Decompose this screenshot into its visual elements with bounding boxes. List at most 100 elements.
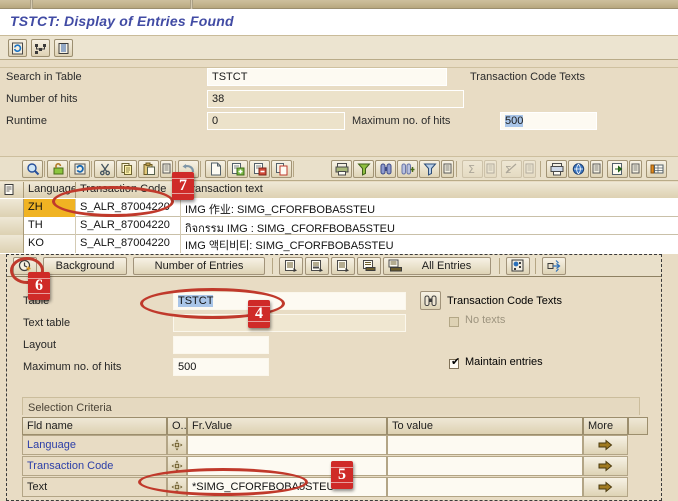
- cut-icon[interactable]: [94, 160, 115, 178]
- grid-icon[interactable]: [646, 160, 667, 178]
- row-selector[interactable]: [0, 235, 24, 253]
- maintain-entries-checkbox[interactable]: ✔: [449, 357, 460, 369]
- refresh-icon[interactable]: [8, 39, 27, 57]
- last-entry-icon[interactable]: [357, 257, 381, 275]
- sc-col-extra[interactable]: [628, 417, 648, 435]
- table-field[interactable]: TSTCT: [173, 292, 406, 310]
- subtotal-icon[interactable]: Σ: [501, 160, 522, 178]
- window-top-strip: [0, 0, 678, 9]
- multiple-selection-icon[interactable]: [167, 456, 187, 476]
- maximum-no-of-hits-field[interactable]: 500: [173, 358, 269, 376]
- cell-language[interactable]: KO: [24, 235, 76, 253]
- grid-select-all-icon[interactable]: [0, 182, 24, 198]
- sc-row-to-language[interactable]: [387, 435, 583, 455]
- refresh-icon[interactable]: [69, 160, 90, 178]
- sc-row-to-transaction-code[interactable]: [387, 456, 583, 476]
- background-button[interactable]: Background: [43, 257, 127, 275]
- export-icon[interactable]: [607, 160, 628, 178]
- table-row[interactable]: ZH S_ALR_87004220 IMG 作业: SIMG_CFORFBOBA…: [0, 199, 678, 217]
- cell-language[interactable]: ZH: [24, 199, 76, 217]
- paste-icon[interactable]: [138, 160, 159, 178]
- number-of-hits-field: 38: [207, 90, 464, 108]
- maximum-no-of-hits-label: Maximum no. of hits: [352, 115, 451, 127]
- first-entry-icon[interactable]: [279, 257, 303, 275]
- multiple-selection-icon[interactable]: [167, 477, 187, 497]
- grid-col-language[interactable]: Language: [24, 182, 76, 198]
- row-selector[interactable]: [0, 217, 24, 235]
- find-icon[interactable]: [375, 160, 396, 178]
- view-menu-icon[interactable]: [590, 160, 603, 178]
- sc-col-fld-name[interactable]: Fld name: [22, 417, 167, 435]
- copy-icon[interactable]: [116, 160, 137, 178]
- find-next-icon[interactable]: [397, 160, 418, 178]
- cell-transaction-code[interactable]: S_ALR_87004220: [76, 199, 181, 217]
- toolbar-spacer: [0, 60, 678, 68]
- grid-col-transaction-code[interactable]: Transaction Code: [76, 182, 181, 198]
- table-settings-icon[interactable]: [506, 257, 530, 275]
- row-selector[interactable]: [0, 199, 24, 217]
- cell-language[interactable]: TH: [24, 217, 76, 235]
- sc-col-more[interactable]: More: [583, 417, 628, 435]
- filter-menu-icon[interactable]: [441, 160, 454, 178]
- table-description-text: Transaction Code Texts: [470, 71, 585, 83]
- insert-row-icon[interactable]: [227, 160, 248, 178]
- all-entries-button[interactable]: All Entries: [383, 257, 491, 275]
- set-filter-icon[interactable]: [419, 160, 440, 178]
- settings-icon[interactable]: [31, 39, 50, 57]
- previous-entry-icon[interactable]: [305, 257, 329, 275]
- new-entry-icon[interactable]: [205, 160, 226, 178]
- duplicate-icon[interactable]: [271, 160, 292, 178]
- maximum-no-of-hits-field[interactable]: 500: [500, 112, 597, 130]
- display-change-icon[interactable]: [47, 160, 68, 178]
- cell-transaction-code[interactable]: S_ALR_87004220: [76, 235, 181, 253]
- expand-arrows-icon[interactable]: [542, 257, 566, 275]
- dialog-toolbar: Background Number of Entries All Entries: [7, 255, 661, 277]
- subtotal-menu-icon[interactable]: [523, 160, 536, 178]
- total-icon[interactable]: Σ: [462, 160, 483, 178]
- svg-text:Σ: Σ: [468, 163, 475, 176]
- delete-row-icon[interactable]: [249, 160, 270, 178]
- multiple-selection-icon[interactable]: [167, 435, 187, 455]
- sc-col-to-value[interactable]: To value: [387, 417, 583, 435]
- sc-col-option[interactable]: O...: [167, 417, 187, 435]
- sc-row-more-language[interactable]: [583, 435, 628, 455]
- cell-transaction-text[interactable]: IMG 作业: SIMG_CFORFBOBA5STEU: [181, 199, 678, 217]
- layout-icon[interactable]: [54, 39, 73, 57]
- annotation-badge-5: 5: [331, 461, 353, 489]
- number-of-entries-button[interactable]: Number of Entries: [133, 257, 265, 275]
- table-row[interactable]: KO S_ALR_87004220 IMG 액티비티: SIMG_CFORFBO…: [0, 235, 678, 253]
- sc-row-to-text[interactable]: [387, 477, 583, 497]
- cell-transaction-text[interactable]: กิจกรรม IMG : SIMG_CFORFBOBA5STEU: [181, 217, 678, 235]
- sc-row-field-text[interactable]: Text: [22, 477, 167, 497]
- export-menu-icon[interactable]: [629, 160, 642, 178]
- filter-icon[interactable]: [353, 160, 374, 178]
- sc-row-from-language[interactable]: [187, 435, 387, 455]
- print-icon[interactable]: [331, 160, 352, 178]
- text-table-field[interactable]: [173, 314, 406, 332]
- cell-transaction-code[interactable]: S_ALR_87004220: [76, 217, 181, 235]
- details-icon[interactable]: [22, 160, 43, 178]
- next-entry-icon[interactable]: [331, 257, 355, 275]
- all-entries-icon: [388, 259, 403, 273]
- sc-row-field-transaction-code[interactable]: Transaction Code: [22, 456, 167, 476]
- layout-field[interactable]: [173, 336, 269, 354]
- sc-row-from-transaction-code[interactable]: [187, 456, 387, 476]
- table-row[interactable]: TH S_ALR_87004220 กิจกรรม IMG : SIMG_CFO…: [0, 217, 678, 235]
- view-icon[interactable]: [568, 160, 589, 178]
- binoculars-icon[interactable]: [420, 291, 441, 310]
- grid-col-transaction-text[interactable]: Transaction text: [181, 182, 678, 198]
- print-preview-icon[interactable]: [546, 160, 567, 178]
- search-in-table-field[interactable]: TSTCT: [207, 68, 447, 86]
- sc-row-more-transaction-code[interactable]: [583, 456, 628, 476]
- results-grid: Language Transaction Code Transaction te…: [0, 182, 678, 254]
- cell-transaction-text[interactable]: IMG 액티비티: SIMG_CFORFBOBA5STEU: [181, 235, 678, 253]
- sc-col-fr-value[interactable]: Fr.Value: [187, 417, 387, 435]
- table-field-value: TSTCT: [178, 295, 214, 307]
- text-table-label: Text table: [23, 317, 71, 329]
- no-texts-checkbox[interactable]: [449, 317, 459, 327]
- sc-row-from-text[interactable]: *SIMG_CFORFBOBA5STEU*: [187, 477, 387, 497]
- sc-row-field-language[interactable]: Language: [22, 435, 167, 455]
- total-menu-icon[interactable]: [484, 160, 497, 178]
- sc-row-more-text[interactable]: [583, 477, 628, 497]
- header-info: Search in Table TSTCT Transaction Code T…: [0, 68, 678, 136]
